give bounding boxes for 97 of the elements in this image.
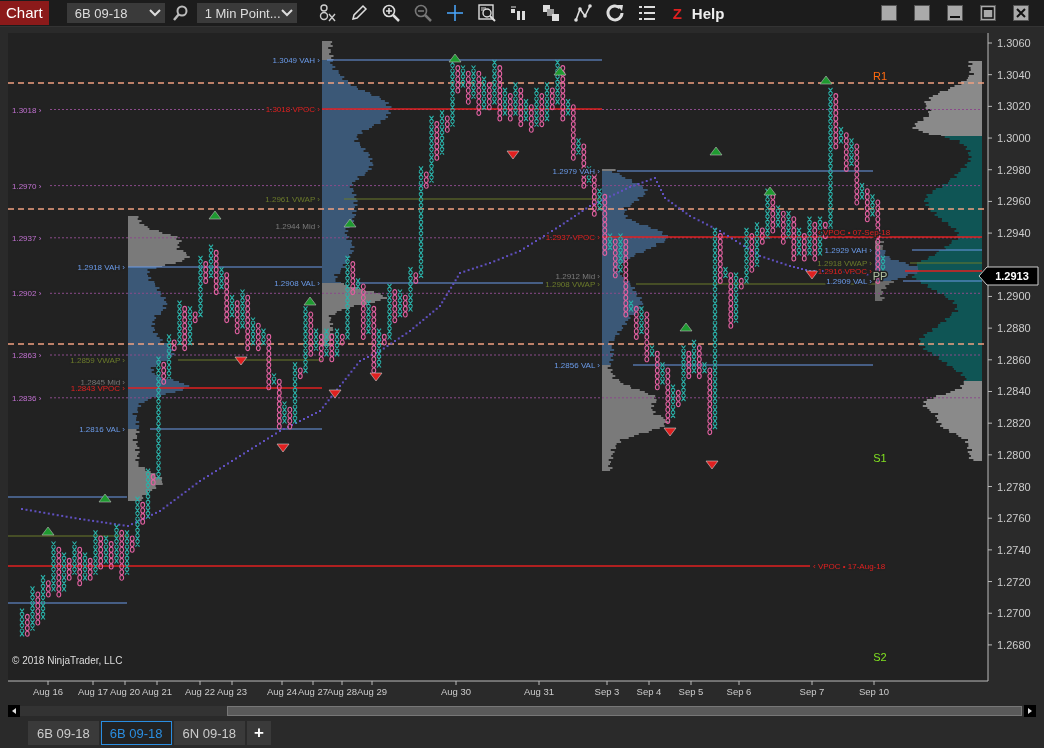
price-level-label: 1.3018 VPOC › xyxy=(265,105,320,114)
price-level-label: 1.2816 VAL › xyxy=(79,425,125,434)
price-label: 1.2760 xyxy=(997,512,1031,525)
price-label: 1.2700 xyxy=(997,607,1031,620)
date-label: Aug 20 xyxy=(109,686,141,697)
date-label: Aug 17 xyxy=(77,686,109,697)
price-label: 1.2780 xyxy=(997,480,1031,493)
price-level-label: 1.2908 VWAP › xyxy=(545,280,600,289)
date-label: Aug 30 xyxy=(440,686,472,697)
price-label: 1.2820 xyxy=(997,417,1031,430)
price-label: 1.2720 xyxy=(997,575,1031,588)
date-label: Aug 22 xyxy=(184,686,216,697)
level-label: 1.2902 › xyxy=(12,289,42,299)
price-level-label: 1.2937 VPOC › xyxy=(545,233,600,242)
close-button[interactable] xyxy=(1013,5,1029,21)
price-level-label: 1.2916 VPOC › xyxy=(817,267,872,276)
z-logo[interactable]: Z xyxy=(672,4,682,22)
price-label: 1.3020 xyxy=(997,100,1031,113)
price-level-label: 1.2908 VAL › xyxy=(274,279,320,288)
current-price-badge: 1.2913 xyxy=(978,266,1039,286)
level-label: 1.2836 › xyxy=(12,393,42,403)
price-level-label: 1.2918 VWAP › xyxy=(817,259,872,268)
date-label: Sep 5 xyxy=(678,686,704,697)
date-label: Sep 6 xyxy=(726,686,752,697)
instrument-dropdown[interactable]: 6B 09-18 xyxy=(66,3,165,23)
add-tab-button[interactable]: + xyxy=(247,721,271,745)
level-label: 1.2937 › xyxy=(12,233,42,243)
caret-icon xyxy=(280,9,293,17)
scrollbar-thumb[interactable] xyxy=(227,706,1022,716)
price-label: 1.2880 xyxy=(997,322,1031,335)
bars-icon[interactable] xyxy=(509,4,528,22)
date-label: Aug 28 xyxy=(326,686,358,697)
price-label: 1.2940 xyxy=(997,227,1031,240)
price-label: 1.3000 xyxy=(997,132,1031,145)
date-label: Sep 7 xyxy=(799,686,825,697)
list-icon[interactable] xyxy=(637,4,656,22)
date-label: Aug 16 xyxy=(32,686,64,697)
stack-icon[interactable] xyxy=(541,4,560,22)
chart-tab[interactable]: 6B 09-18 xyxy=(100,721,172,745)
price-level-label: 1.2961 VWAP › xyxy=(265,195,320,204)
pencil-icon[interactable] xyxy=(349,4,368,22)
price-level-label: 1.2929 VAH › xyxy=(824,246,872,255)
price-label: 1.2860 xyxy=(997,353,1031,366)
price-label: 1.3040 xyxy=(997,68,1031,81)
date-label: Aug 31 xyxy=(523,686,555,697)
minimize-button[interactable] xyxy=(947,5,963,21)
window-button[interactable] xyxy=(881,5,897,21)
zoom-out-icon[interactable] xyxy=(413,4,432,22)
date-label: Sep 10 xyxy=(858,686,890,697)
price-level-label: 1.2909 VAL › xyxy=(826,277,872,286)
price-level-label: 1.3049 VAH › xyxy=(272,56,320,65)
price-label: 1.2840 xyxy=(997,385,1031,398)
price-level-label: 1.2912 Mid › xyxy=(555,272,600,281)
refresh-icon[interactable] xyxy=(605,4,624,22)
price-level-label: 1.2859 VWAP › xyxy=(70,356,125,365)
price-label: 1.2740 xyxy=(997,543,1031,556)
chart-title: Chart xyxy=(0,1,49,25)
caret-icon xyxy=(148,9,161,17)
price-level-label: 1.2843 VPOC › xyxy=(70,384,125,393)
price-label: 1.2800 xyxy=(997,448,1031,461)
date-label: Sep 3 xyxy=(594,686,620,697)
pivot-label: S2 xyxy=(873,651,887,663)
copyright-text: © 2018 NinjaTrader, LLC xyxy=(12,655,123,666)
price-level-label: 1.2918 VAH › xyxy=(77,263,125,272)
date-label: Aug 24 xyxy=(266,686,298,697)
price-label: 1.2900 xyxy=(997,290,1031,303)
help-menu[interactable]: Help xyxy=(691,4,725,22)
price-label: 1.2680 xyxy=(997,638,1031,651)
level-label: 1.2863 › xyxy=(12,351,42,360)
price-label: 1.3060 xyxy=(997,37,1031,49)
value-area-line xyxy=(911,249,983,251)
price-level-label: 1.2856 VAL › xyxy=(554,361,600,370)
pivot-label: R1 xyxy=(872,70,888,82)
date-label: Aug 27 xyxy=(297,686,329,697)
naked-poc-label: ‹ VPOC • 17-Aug-18 xyxy=(813,562,886,571)
date-label: Aug 23 xyxy=(216,686,248,697)
date-label: Aug 29 xyxy=(356,686,388,697)
level-label: 1.2970 › xyxy=(12,181,42,191)
crosshair-scale-icon[interactable] xyxy=(317,4,336,22)
price-level-label: 1.2944 Mid › xyxy=(275,222,320,231)
level-label: 1.3018 › xyxy=(12,105,42,115)
price-level-label: 1.2845 Mid › xyxy=(80,378,125,387)
date-label: Sep 4 xyxy=(636,686,662,697)
interval-dropdown[interactable]: 1 Min Point... xyxy=(196,3,297,23)
chart-tab[interactable]: 6B 09-18 xyxy=(28,721,99,745)
crosshair-icon[interactable] xyxy=(445,4,464,22)
date-label: Aug 21 xyxy=(141,686,173,697)
pivot-label: S1 xyxy=(873,452,887,464)
search-icon[interactable] xyxy=(172,5,189,21)
zoom-box-icon[interactable] xyxy=(477,4,496,22)
maximize-button[interactable] xyxy=(980,5,996,21)
price-label: 1.2960 xyxy=(997,195,1031,208)
line-nodes-icon[interactable] xyxy=(573,4,592,22)
price-label: 1.2980 xyxy=(997,163,1031,176)
window-button[interactable] xyxy=(914,5,930,21)
chart-tab[interactable]: 6N 09-18 xyxy=(173,721,245,745)
zoom-in-icon[interactable] xyxy=(381,4,400,22)
